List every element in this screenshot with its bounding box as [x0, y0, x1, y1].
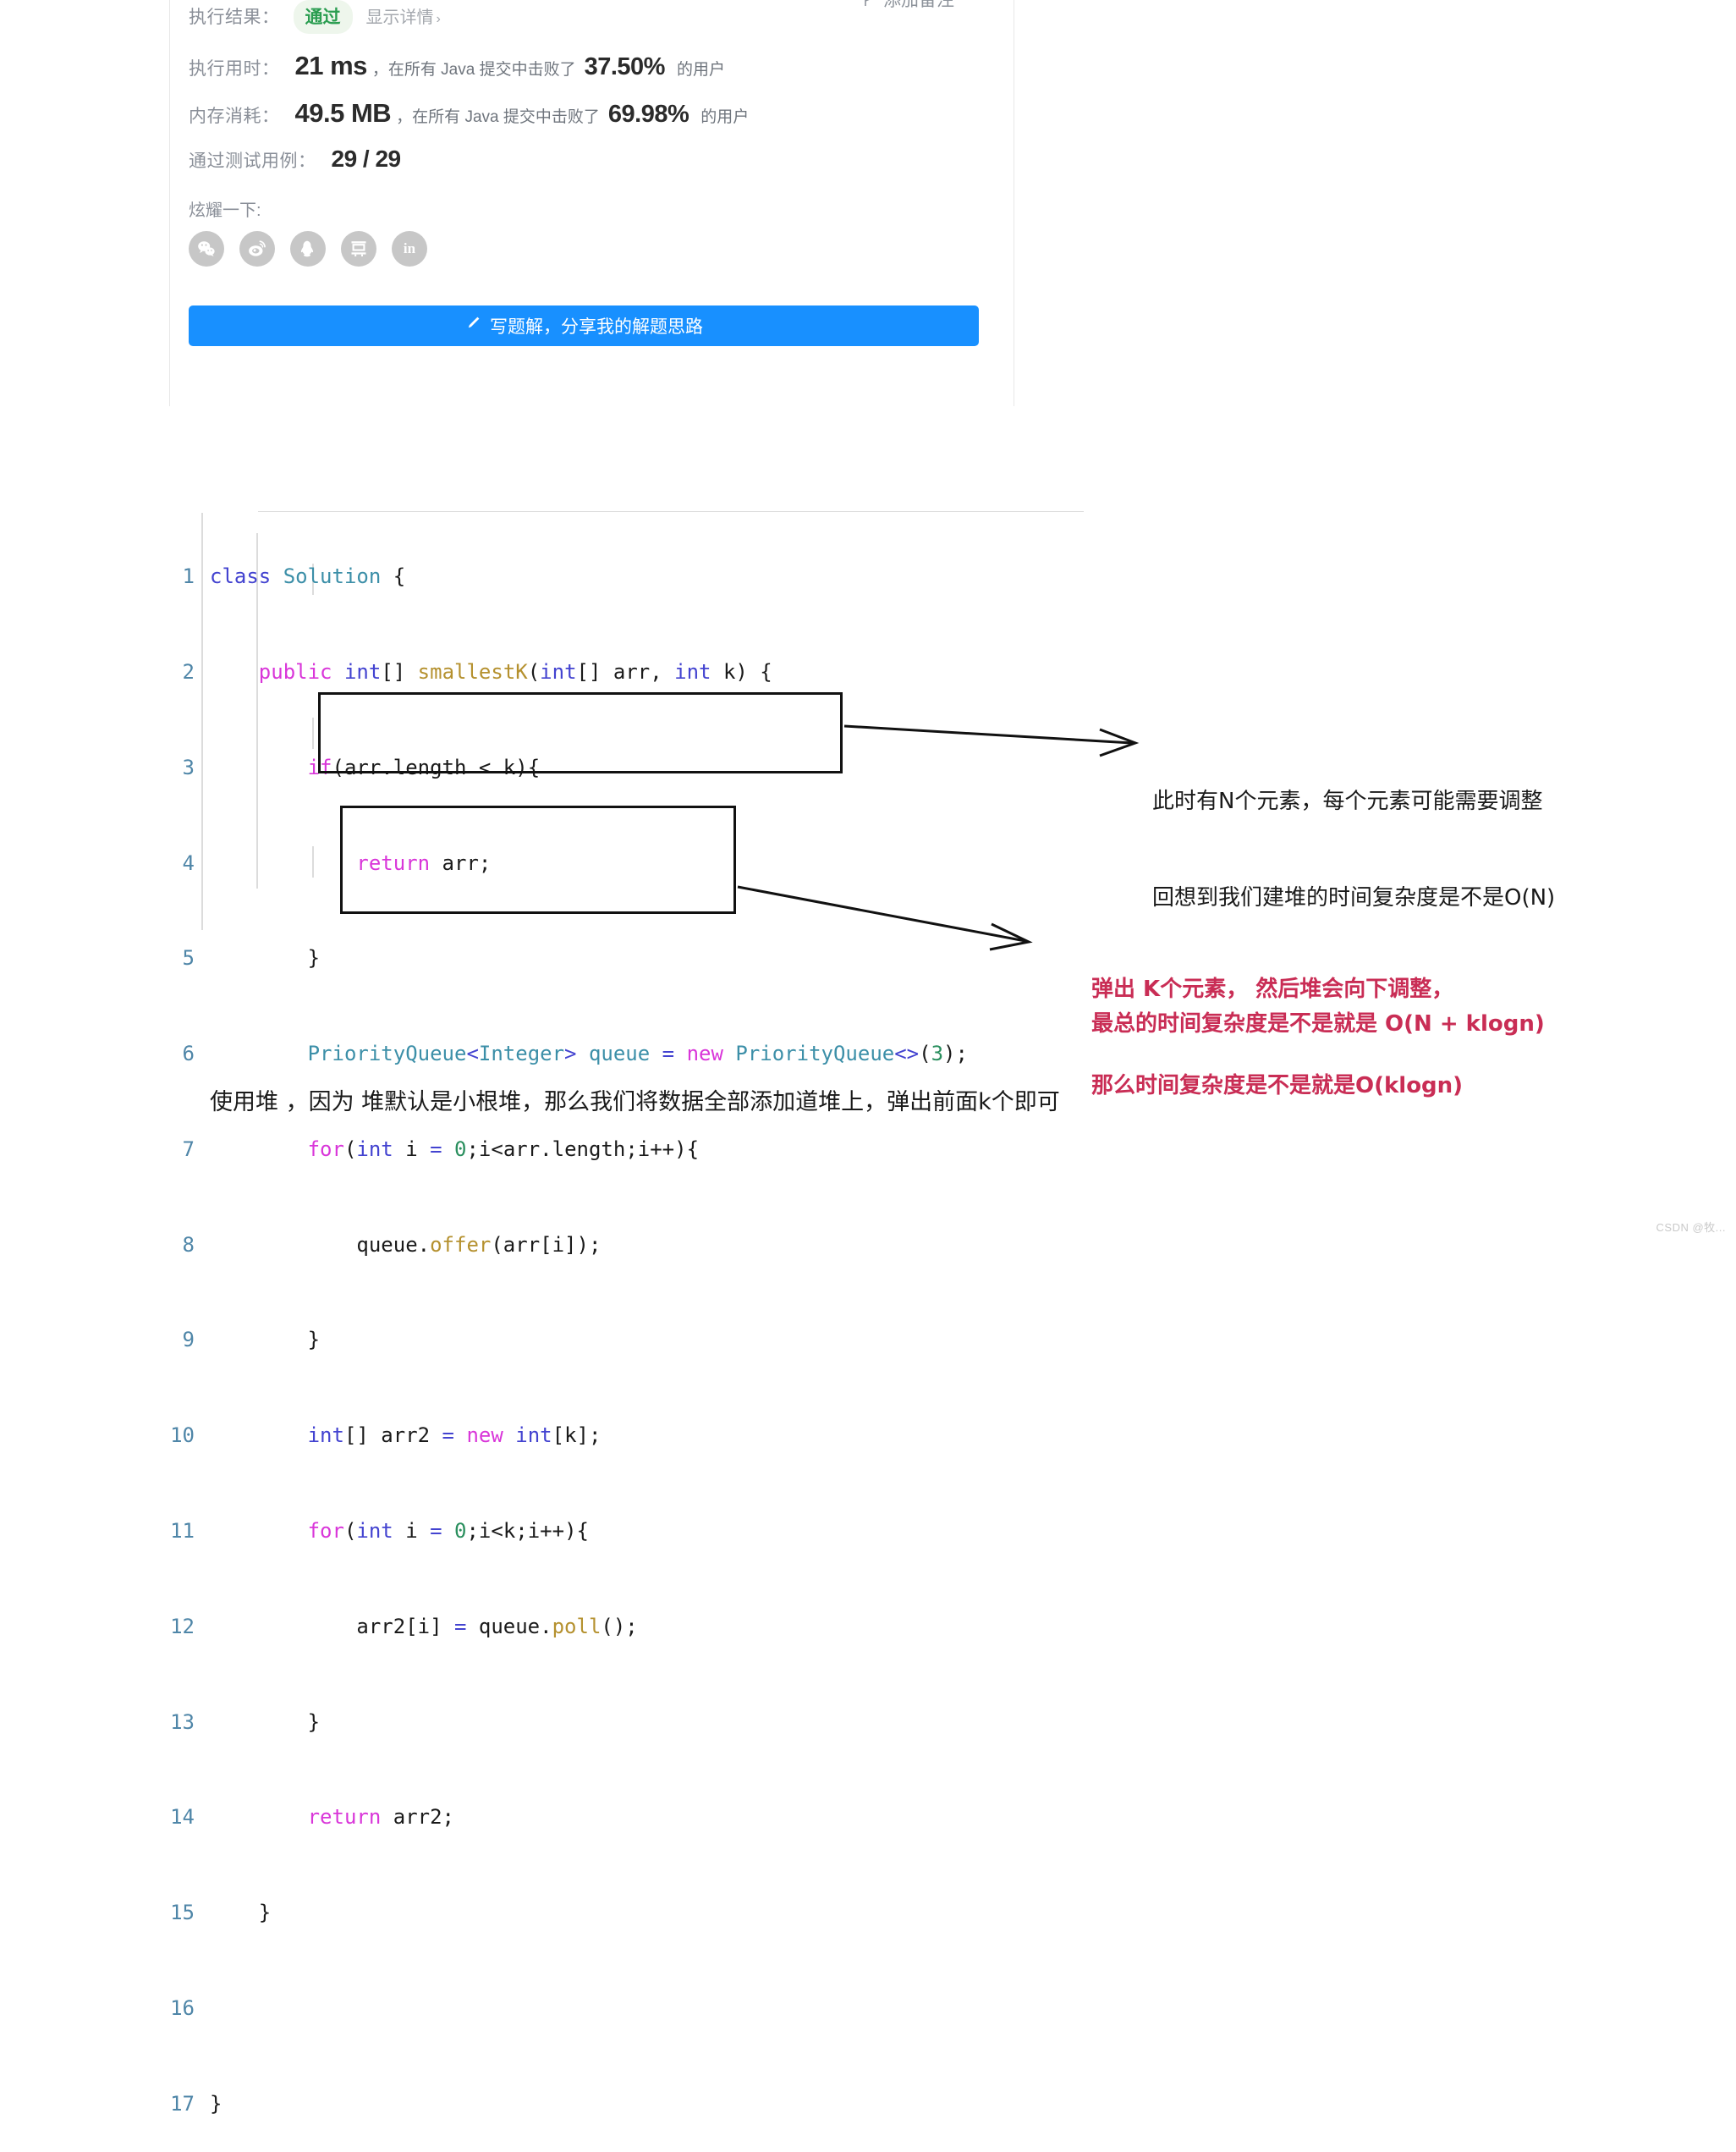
chevron-right-icon: › — [436, 12, 441, 26]
line-number: 6 — [182, 1042, 195, 1066]
weibo-share-button[interactable] — [239, 231, 275, 267]
testcase-label: 通过测试用例： — [189, 151, 316, 171]
code-line-text: arr2[i] = queue.poll(); — [210, 1614, 638, 1638]
memory-row: 内存消耗： 49.5 MB ，在所有 Java 提交中击败了 69.98% 的用… — [170, 98, 1014, 129]
code-line: 8 queue.offer(arr[i]); — [183, 1230, 968, 1262]
memory-compare-text: ，在所有 Java 提交中击败了 — [396, 108, 600, 126]
weibo-icon — [249, 240, 266, 256]
annotation-black-line1: 此时有N个元素，每个元素可能需要调整 — [1152, 789, 1543, 814]
code-line-text: } — [210, 1709, 321, 1734]
code-line-text: } — [210, 2091, 222, 2116]
code-line: 9 } — [183, 1324, 968, 1357]
wechat-share-button[interactable] — [189, 231, 224, 267]
code-line-text: PriorityQueue<Integer> queue = new Prior… — [307, 1042, 968, 1066]
code-line: 11 for(int i = 0;i<k;i++){ — [170, 1516, 968, 1548]
indent-guide — [201, 513, 203, 930]
code-line: 10 int[] arr2 = new int[k]; — [170, 1420, 968, 1452]
bottom-explanation-note: 使用堆 ，因为 堆默认是小根堆，那么我们将数据全部添加道堆上，弹出前面k个即可 — [210, 1089, 1060, 1115]
runtime-label: 执行用时： — [189, 59, 280, 79]
code-highlight-box-loop1 — [318, 692, 843, 773]
line-number: 8 — [182, 1232, 195, 1257]
code-line-text: class Solution { — [210, 564, 406, 589]
code-line-text: for(int i = 0;i<arr.length;i++){ — [307, 1137, 700, 1161]
code-line: 17} — [170, 2089, 968, 2121]
runtime-value: 21 ms — [294, 51, 368, 80]
line-number: 2 — [182, 659, 195, 684]
line-number: 9 — [182, 1328, 195, 1352]
annotation-red-total: 最总的时间复杂度是不是就是 O(N + klogn) — [1091, 1011, 1545, 1037]
code-line-text: for(int i = 0;i<k;i++){ — [307, 1519, 589, 1543]
code-line: 14 return arr2; — [170, 1802, 968, 1834]
code-line: 2 public int[] smallestK(int[] arr, int … — [183, 657, 968, 689]
status-badge: 通过 — [293, 0, 353, 34]
line-number: 17 — [170, 2091, 195, 2116]
annotation-red-line1: 弹出 K个元素， 然后堆会向下调整， — [1091, 977, 1454, 1002]
code-line-text: } — [210, 1901, 272, 1925]
line-number: 1 — [182, 564, 195, 589]
runtime-compare-text: ，在所有 Java 提交中击败了 — [371, 61, 576, 79]
code-line: 6 PriorityQueue<Integer> queue = new Pri… — [183, 1038, 968, 1070]
line-number: 4 — [182, 850, 195, 875]
code-line-text: int[] arr2 = new int[k]; — [307, 1423, 602, 1448]
code-line: 12 arr2[i] = queue.poll(); — [170, 1611, 968, 1643]
testcase-value: 29 / 29 — [331, 146, 402, 172]
share-label: 炫耀一下: — [189, 201, 261, 220]
runtime-percentile: 37.50% — [584, 53, 666, 80]
line-number: 7 — [182, 1137, 195, 1161]
annotation-red-line2: 那么时间复杂度是不是就是O(klogn) — [1091, 1073, 1464, 1098]
code-line: 5 } — [183, 943, 968, 975]
code-line: 1 class Solution { — [183, 561, 968, 593]
line-number: 3 — [182, 755, 195, 779]
write-solution-label: 写题解，分享我的解题思路 — [490, 317, 703, 337]
line-number: 5 — [182, 946, 195, 971]
write-solution-button[interactable]: 写题解，分享我的解题思路 — [189, 305, 979, 346]
pencil-icon — [464, 315, 481, 337]
add-note-button[interactable]: 添加备注 — [864, 0, 954, 12]
qq-icon — [300, 240, 314, 257]
memory-percentile: 69.98% — [607, 101, 689, 128]
line-number: 11 — [170, 1519, 195, 1543]
runtime-users-text: 的用户 — [676, 61, 725, 79]
memory-value: 49.5 MB — [294, 98, 392, 128]
line-number: 16 — [170, 1995, 195, 2020]
wechat-icon — [198, 241, 215, 256]
linkedin-label: in — [403, 240, 416, 256]
code-line-text: return arr2; — [307, 1805, 454, 1830]
share-button-group: in — [170, 231, 1014, 267]
testcase-row: 通过测试用例： 29 / 29 — [170, 146, 1014, 173]
line-number: 13 — [170, 1709, 195, 1734]
code-highlight-box-loop2 — [340, 806, 736, 914]
line-number: 15 — [170, 1901, 195, 1925]
flag-icon — [864, 0, 875, 7]
runtime-row: 执行用时： 21 ms ，在所有 Java 提交中击败了 37.50% 的用户 — [170, 51, 1014, 81]
code-line: 16 — [170, 1993, 968, 2025]
show-detail-link[interactable]: 显示详情 › — [366, 3, 441, 28]
linkedin-share-button[interactable]: in — [392, 231, 427, 267]
qq-share-button[interactable] — [290, 231, 326, 267]
code-line-text: public int[] smallestK(int[] arr, int k)… — [258, 659, 772, 684]
code-line: 7 for(int i = 0;i<arr.length;i++){ — [183, 1134, 968, 1166]
line-number: 10 — [170, 1423, 195, 1448]
line-number: 14 — [170, 1805, 195, 1830]
show-detail-label: 显示详情 — [365, 8, 434, 27]
csdn-watermark: CSDN @牧... — [1656, 1221, 1726, 1234]
add-note-label: 添加备注 — [883, 0, 954, 10]
douban-icon — [351, 241, 366, 256]
execution-result-label: 执行结果： — [189, 8, 280, 27]
code-line: 13 } — [170, 1707, 968, 1739]
submission-result-card: 执行结果： 通过 显示详情 › 添加备注 执行用时： 21 ms ，在所有 Jav… — [169, 0, 1014, 406]
line-number: 12 — [170, 1614, 195, 1638]
code-line-text: } — [210, 1328, 321, 1352]
memory-label: 内存消耗： — [189, 107, 280, 126]
code-line: 15 } — [170, 1897, 968, 1929]
douban-share-button[interactable] — [341, 231, 376, 267]
memory-users-text: 的用户 — [700, 108, 750, 126]
code-line-text: } — [210, 946, 321, 971]
code-line-text: queue.offer(arr[i]); — [210, 1232, 602, 1257]
